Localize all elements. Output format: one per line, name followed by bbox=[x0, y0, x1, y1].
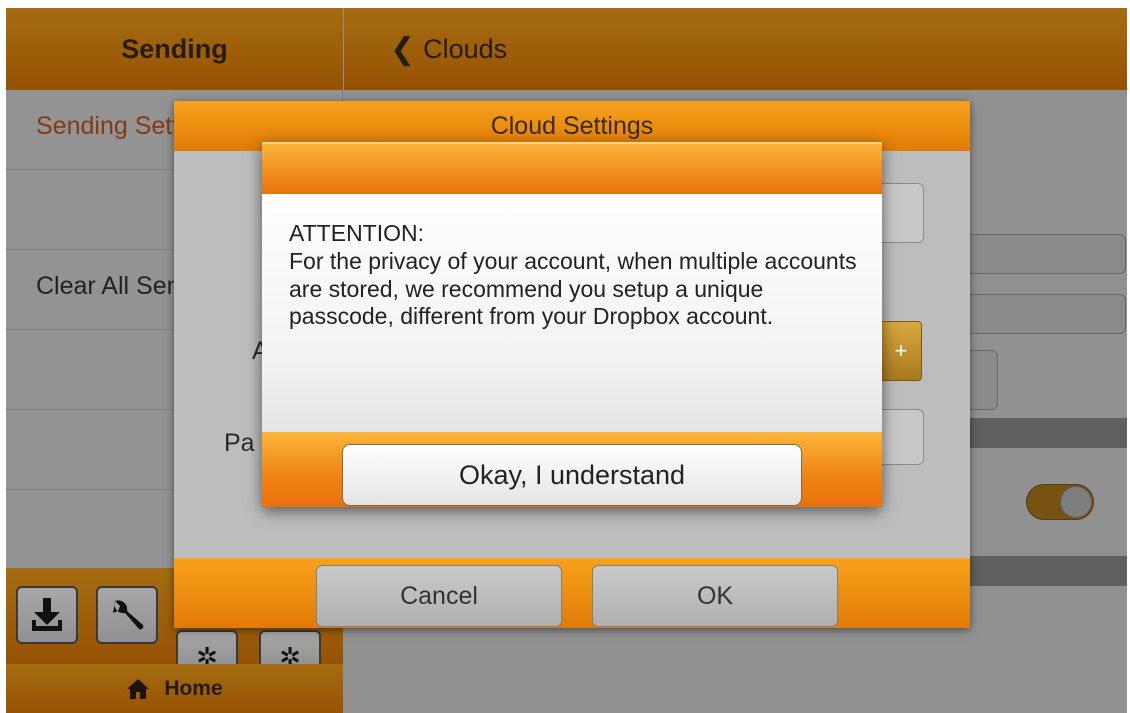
password-label: Pa bbox=[224, 429, 255, 457]
attention-header bbox=[262, 142, 882, 194]
attention-footer: Okay, I understand bbox=[262, 432, 882, 507]
confirm-label: Okay, I understand bbox=[458, 459, 686, 490]
cancel-label: Cancel bbox=[400, 581, 478, 610]
dialog-title: Cloud Settings bbox=[490, 111, 654, 140]
ok-button[interactable]: OK bbox=[592, 565, 838, 627]
cancel-button[interactable]: Cancel bbox=[316, 565, 562, 627]
app-window: Sending Sending Settings Clear All Sent bbox=[6, 8, 1127, 713]
attention-heading: ATTENTION: bbox=[289, 220, 425, 246]
add-user-icon: + bbox=[894, 338, 908, 363]
okay-i-understand-button[interactable]: Okay, I understand bbox=[342, 444, 802, 506]
attention-body: ATTENTION: For the privacy of your accou… bbox=[262, 194, 882, 432]
attention-dialog: ATTENTION: For the privacy of your accou… bbox=[262, 142, 882, 507]
attention-message: For the privacy of your account, when mu… bbox=[289, 248, 857, 329]
cloud-dialog-footer: Cancel OK bbox=[174, 558, 970, 628]
add-account-button[interactable]: + bbox=[880, 321, 922, 381]
ok-label: OK bbox=[696, 581, 734, 610]
